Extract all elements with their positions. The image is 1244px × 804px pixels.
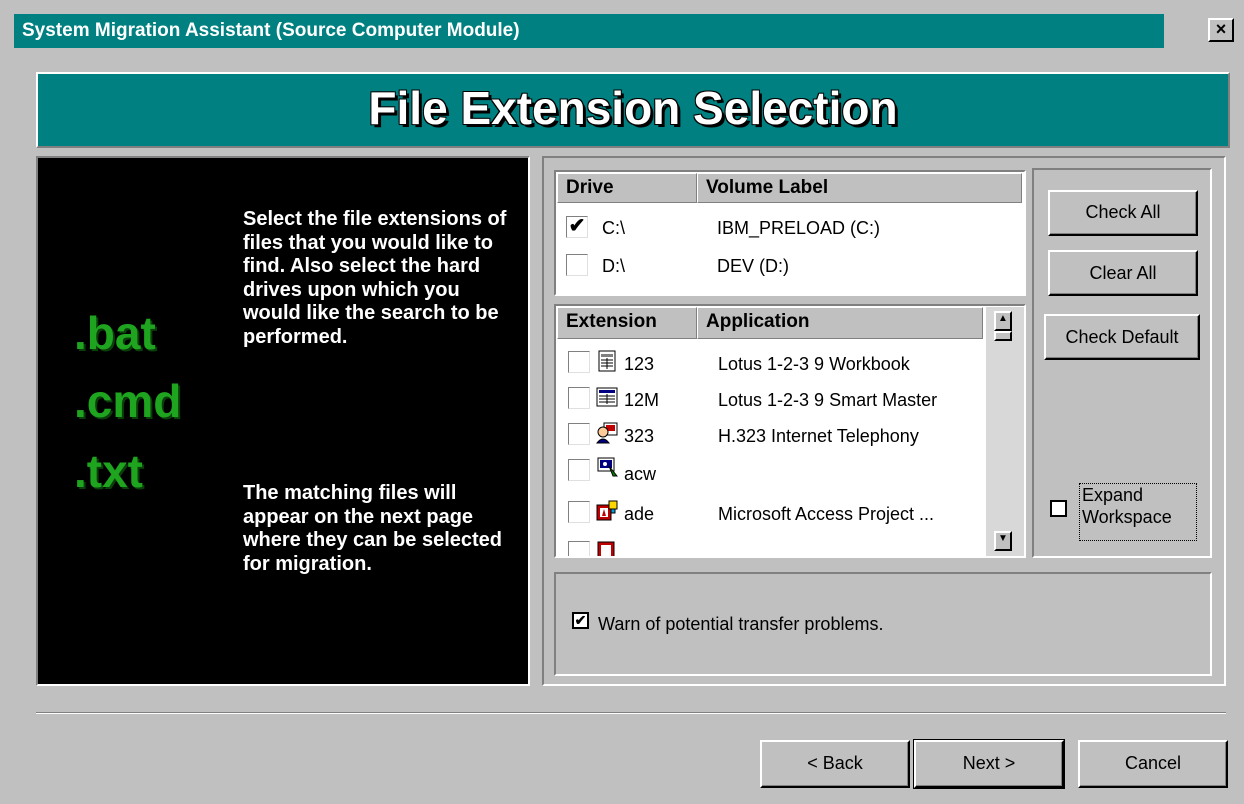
drive-c-volume: IBM_PRELOAD (C:) [717,218,881,238]
extension-example-txt: .txt [74,445,143,497]
page-title: File Extension Selection [368,82,898,134]
drive-d-checkbox[interactable] [566,254,588,276]
expand-label-line2: Workspace [1082,507,1172,527]
accessibility-wizard-icon [597,457,618,477]
close-icon: × [1215,19,1227,39]
scroll-thumb[interactable] [994,331,1012,341]
extension-row-acw[interactable]: acw [556,454,986,488]
extension-row-323[interactable]: 323 H.323 Internet Telephony [556,418,986,452]
drive-d-label: D:\ [602,256,626,276]
instructions-text: Select the file extensions of files that… [243,208,507,348]
expand-workspace-checkbox[interactable] [1050,500,1067,517]
extension-acw-checkbox[interactable] [568,459,590,481]
warn-checkbox[interactable]: ✔ [572,612,589,629]
extension-ade-app: Microsoft Access Project ... [718,504,935,524]
extension-323-checkbox[interactable] [568,423,590,445]
check-default-button[interactable]: Check Default [1044,314,1200,360]
back-button[interactable]: < Back [760,740,910,788]
extension-12m-app: Lotus 1-2-3 9 Smart Master [718,390,938,410]
extension-323-name: 323 [624,426,655,446]
extension-example-bat: .bat [74,307,156,359]
extension-list-scrollbar[interactable]: ▲ ▼ [986,307,1024,556]
extension-column-header[interactable]: Extension [557,307,697,339]
volume-label-column-header[interactable]: Volume Label [697,173,1022,203]
extension-123-app: Lotus 1-2-3 9 Workbook [718,354,910,374]
drive-column-header[interactable]: Drive [557,173,697,203]
drive-c-label: C:\ [602,218,626,238]
drive-d-volume: DEV (D:) [717,256,789,276]
result-note-text: The matching files will appear on the ne… [243,482,503,575]
application-column-header[interactable]: Application [697,307,983,339]
telephony-icon [596,422,618,444]
drive-row-d[interactable]: D:\ DEV (D:) [564,250,1004,282]
expand-label-line1: Expand [1082,485,1144,505]
scroll-down-button[interactable]: ▼ [994,531,1012,551]
lotus-smartmaster-icon [596,387,618,407]
close-button[interactable]: × [1208,18,1234,42]
extension-123-name: 123 [624,354,655,374]
drive-row-c[interactable]: ✔ C:\ IBM_PRELOAD (C:) [564,212,1004,244]
access-document-icon [597,541,615,556]
extension-123-checkbox[interactable] [568,351,590,373]
footer-divider [36,712,1226,714]
warn-label[interactable]: Warn of potential transfer problems. [598,614,883,635]
extension-row-partial[interactable] [556,536,986,556]
drive-c-checkbox[interactable]: ✔ [566,216,588,238]
extension-acw-name: acw [624,464,657,484]
extension-row-ade[interactable]: ade Microsoft Access Project ... [556,496,986,530]
extension-ade-name: ade [624,504,655,524]
expand-workspace-label[interactable]: Expand Workspace [1079,483,1197,541]
extension-partial-checkbox[interactable] [568,541,590,556]
access-project-icon [596,500,618,521]
extension-example-cmd: .cmd [74,375,182,427]
extension-ade-checkbox[interactable] [568,501,590,523]
cancel-button[interactable]: Cancel [1078,740,1228,788]
next-button[interactable]: Next > [913,739,1065,789]
scroll-up-button[interactable]: ▲ [994,311,1012,331]
extension-row-123[interactable]: 123 Lotus 1-2-3 9 Workbook [556,346,986,380]
lotus-workbook-icon [598,350,616,372]
window-title: System Migration Assistant (Source Compu… [22,20,520,41]
extension-12m-checkbox[interactable] [568,387,590,409]
clear-all-button[interactable]: Clear All [1048,250,1198,296]
extension-list: Extension Application 123 Lotus 1-2-3 9 … [554,304,1026,558]
extension-row-12m[interactable]: 12M Lotus 1-2-3 9 Smart Master [556,382,986,416]
extension-12m-name: 12M [624,390,660,410]
check-all-button[interactable]: Check All [1048,190,1198,236]
extension-323-app: H.323 Internet Telephony [718,426,919,446]
